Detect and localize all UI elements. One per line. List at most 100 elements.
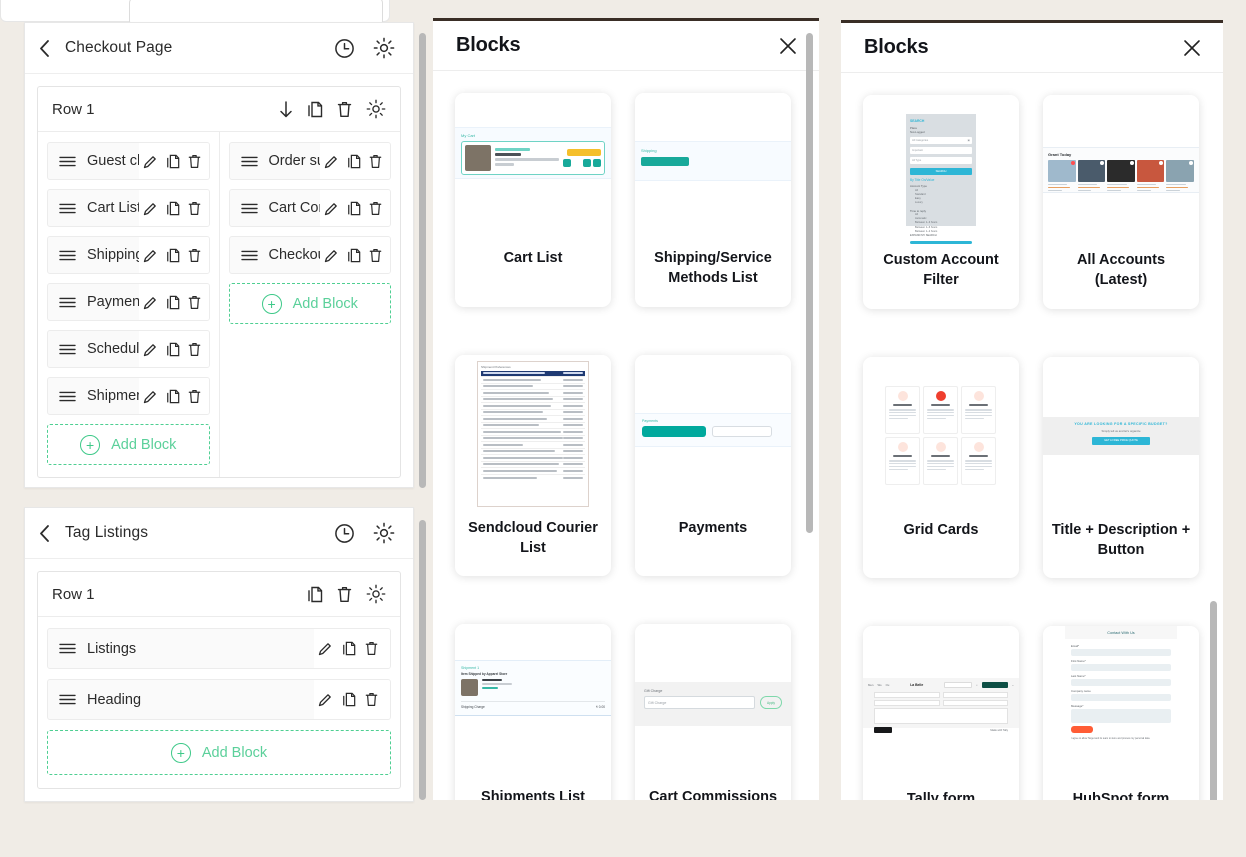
gear-icon[interactable] — [366, 99, 386, 119]
edit-icon[interactable] — [143, 248, 158, 263]
panel-scrollbar[interactable] — [419, 520, 426, 800]
thumb-badge — [567, 149, 601, 156]
block-card[interactable]: Grant Today All Accounts (Latest) — [1043, 95, 1199, 309]
trash-icon[interactable] — [188, 154, 201, 169]
block-card[interactable]: My Cart Cart List — [455, 93, 611, 307]
drag-handle-icon[interactable] — [59, 391, 76, 402]
gear-icon[interactable] — [366, 584, 386, 604]
drag-handle-icon[interactable] — [241, 156, 258, 167]
edit-icon[interactable] — [143, 389, 158, 404]
add-block-button[interactable]: + Add Block — [47, 730, 391, 775]
edit-icon[interactable] — [324, 248, 339, 263]
block-card[interactable]: Shipping Shipping/Service Methods List — [635, 93, 791, 307]
block-card[interactable]: MenWoOu La Belle ⌕⌄ Made with Tally Tall… — [863, 626, 1019, 800]
drag-handle-icon[interactable] — [59, 643, 76, 654]
close-icon[interactable] — [1183, 39, 1201, 57]
gear-icon[interactable] — [373, 522, 395, 544]
block-item[interactable]: Payments — [47, 283, 210, 321]
trash-icon[interactable] — [188, 248, 201, 263]
thumb-search-button: SEARCH — [910, 168, 972, 175]
thumb-field-label: First Name* — [1071, 659, 1171, 663]
copy-icon[interactable] — [166, 389, 180, 404]
gear-icon[interactable] — [373, 37, 395, 59]
trash-icon[interactable] — [369, 248, 382, 263]
copy-icon[interactable] — [307, 101, 323, 118]
block-item[interactable]: Heading — [47, 679, 391, 720]
thumb-footer: EXPAND MY SEARCH — [910, 234, 972, 238]
block-item[interactable]: Checkou — [229, 236, 392, 274]
trash-icon[interactable] — [188, 201, 201, 216]
copy-icon[interactable] — [342, 692, 356, 707]
trash-icon[interactable] — [188, 389, 201, 404]
copy-icon[interactable] — [166, 201, 180, 216]
drag-handle-icon[interactable] — [59, 203, 76, 214]
page-title: Checkout Page — [65, 39, 334, 57]
close-icon[interactable] — [779, 37, 797, 55]
modal-scrollbar[interactable] — [806, 33, 813, 533]
drag-handle-icon[interactable] — [59, 156, 76, 167]
payments-thumb: Payments — [635, 355, 791, 513]
edit-icon[interactable] — [324, 154, 339, 169]
block-item[interactable]: Shipment — [47, 377, 210, 415]
copy-icon[interactable] — [166, 342, 180, 357]
block-card[interactable]: Shipment Preferences — [455, 355, 611, 577]
edit-icon[interactable] — [318, 641, 333, 656]
block-item[interactable]: Schedule — [47, 330, 210, 368]
copy-icon[interactable] — [307, 586, 323, 603]
edit-icon[interactable] — [318, 692, 333, 707]
edit-icon[interactable] — [143, 342, 158, 357]
trash-icon[interactable] — [369, 201, 382, 216]
trash-icon[interactable] — [365, 641, 378, 656]
edit-icon[interactable] — [143, 201, 158, 216]
drag-handle-icon[interactable] — [241, 250, 258, 261]
block-item[interactable]: Shippings — [47, 236, 210, 274]
block-card[interactable]: Payments Payments — [635, 355, 791, 577]
block-card[interactable]: SEARCH PlaceNot-Logged All Categories▣ I… — [863, 95, 1019, 309]
block-item[interactable]: Cart Com — [229, 189, 392, 227]
drag-handle-icon[interactable] — [59, 694, 76, 705]
block-card[interactable]: Shipment 1 Item Shipped by Apparel Store… — [455, 624, 611, 800]
edit-icon[interactable] — [143, 154, 158, 169]
copy-icon[interactable] — [166, 295, 180, 310]
block-item[interactable]: Listings — [47, 628, 391, 669]
block-card[interactable]: YOU ARE LOOKING FOR A SPECIFIC BUDGET? S… — [1043, 357, 1199, 579]
block-item[interactable]: Cart List — [47, 189, 210, 227]
copy-icon[interactable] — [166, 154, 180, 169]
arrow-down-icon[interactable] — [279, 101, 293, 118]
add-block-button[interactable]: + Add Block — [229, 283, 392, 324]
trash-icon[interactable] — [365, 692, 378, 707]
block-card[interactable]: Contact With Us Email* First Name* Last … — [1043, 626, 1199, 800]
copy-icon[interactable] — [342, 641, 356, 656]
copy-icon[interactable] — [347, 154, 361, 169]
thumb-image — [465, 145, 491, 171]
thumb-title: YOU ARE LOOKING FOR A SPECIFIC BUDGET? — [1047, 422, 1195, 426]
chevron-left-icon[interactable] — [39, 525, 61, 542]
block-item[interactable]: Guest ch — [47, 142, 210, 180]
trash-icon[interactable] — [188, 342, 201, 357]
copy-icon[interactable] — [347, 248, 361, 263]
chevron-left-icon[interactable] — [39, 40, 61, 57]
copy-icon[interactable] — [166, 248, 180, 263]
edit-icon[interactable] — [143, 295, 158, 310]
trash-icon[interactable] — [369, 154, 382, 169]
trash-icon[interactable] — [337, 101, 352, 118]
modal-scrollbar[interactable] — [1210, 601, 1217, 800]
drag-handle-icon[interactable] — [59, 344, 76, 355]
copy-icon[interactable] — [347, 201, 361, 216]
drag-handle-icon[interactable] — [59, 250, 76, 261]
add-block-button[interactable]: + Add Block — [47, 424, 210, 465]
edit-icon[interactable] — [324, 201, 339, 216]
plus-icon: + — [171, 743, 191, 763]
block-card[interactable]: Grid Cards — [863, 357, 1019, 579]
block-item[interactable]: Order sur — [229, 142, 392, 180]
trash-icon[interactable] — [188, 295, 201, 310]
drag-handle-icon[interactable] — [59, 297, 76, 308]
trash-icon[interactable] — [337, 586, 352, 603]
thumb-header: Shipment Preferences — [481, 365, 585, 369]
clock-icon[interactable] — [334, 38, 355, 59]
clock-icon[interactable] — [334, 523, 355, 544]
thumb-header: Grant Today — [1048, 152, 1194, 157]
block-card[interactable]: Gift Charge Gift Charge Apply Cart Commi… — [635, 624, 791, 800]
panel-scrollbar[interactable] — [419, 33, 426, 488]
drag-handle-icon[interactable] — [241, 203, 258, 214]
